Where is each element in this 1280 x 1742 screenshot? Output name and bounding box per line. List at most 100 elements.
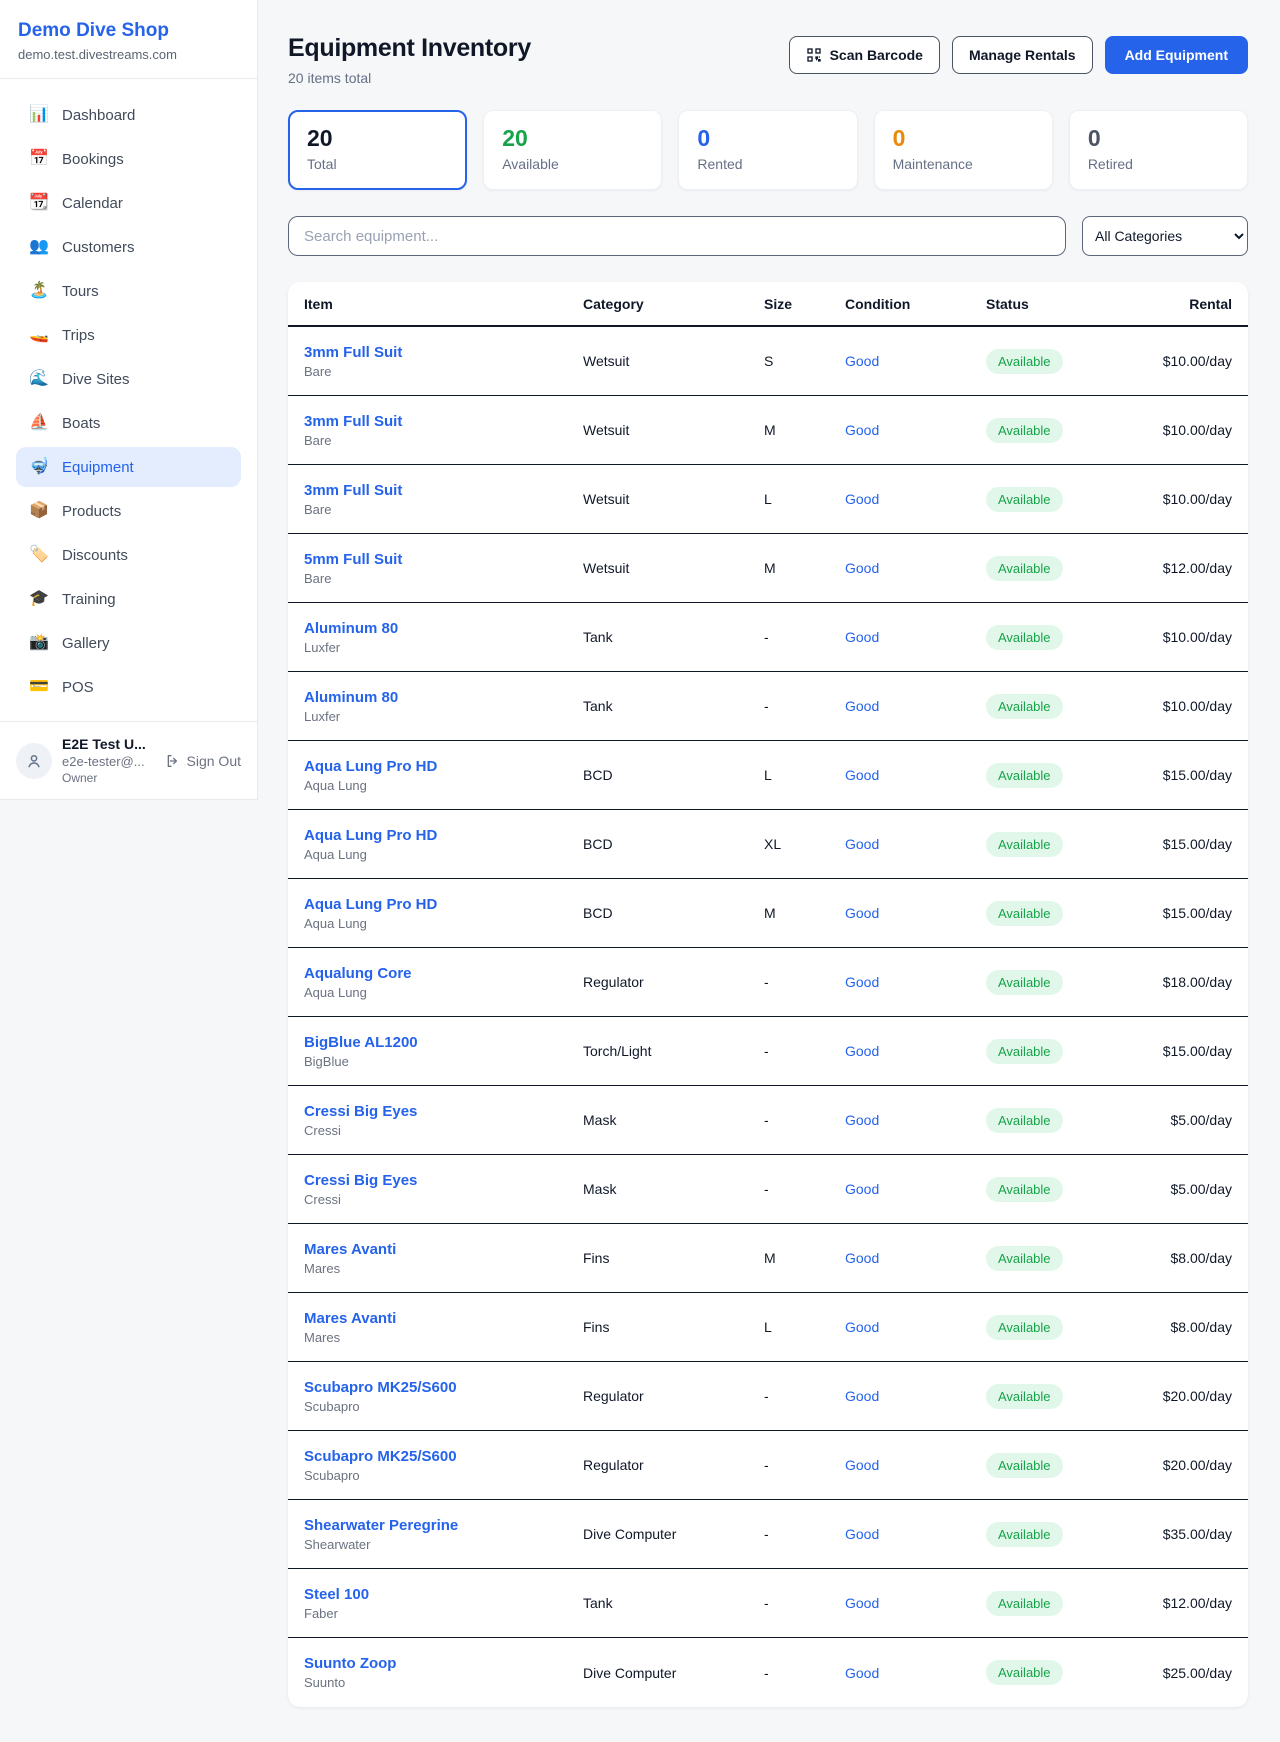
sidebar: Demo Dive Shop demo.test.divestreams.com… xyxy=(0,0,258,800)
customers-icon: 👥 xyxy=(29,239,49,255)
condition-link[interactable]: Good xyxy=(845,836,879,852)
item-link[interactable]: Mares Avanti xyxy=(304,1310,583,1327)
item-link[interactable]: 3mm Full Suit xyxy=(304,482,583,499)
item-cell: Mares AvantiMares xyxy=(304,1310,583,1345)
item-cell: Scubapro MK25/S600Scubapro xyxy=(304,1379,583,1414)
condition-link[interactable]: Good xyxy=(845,1526,879,1542)
item-brand: Cressi xyxy=(304,1192,583,1207)
stat-value: 20 xyxy=(307,126,448,151)
avatar xyxy=(16,743,52,779)
condition-link[interactable]: Good xyxy=(845,1319,879,1335)
item-link[interactable]: Shearwater Peregrine xyxy=(304,1517,583,1534)
status-badge: Available xyxy=(986,556,1063,581)
condition-link[interactable]: Good xyxy=(845,1250,879,1266)
item-category: Wetsuit xyxy=(583,353,764,369)
item-link[interactable]: Scubapro MK25/S600 xyxy=(304,1448,583,1465)
item-size: - xyxy=(764,1388,845,1404)
table-row: Aluminum 80LuxferTank-GoodAvailable$10.0… xyxy=(288,672,1248,741)
item-link[interactable]: Aluminum 80 xyxy=(304,689,583,706)
sidebar-item-calendar[interactable]: 📆Calendar xyxy=(16,183,241,223)
brand-name[interactable]: Demo Dive Shop xyxy=(18,20,239,42)
sign-out-button[interactable]: Sign Out xyxy=(165,753,241,769)
item-cell: Cressi Big Eyes Cressi xyxy=(304,1172,583,1207)
condition-link[interactable]: Good xyxy=(845,422,879,438)
sidebar-item-tours[interactable]: 🏝️Tours xyxy=(16,271,241,311)
item-brand: Cressi xyxy=(304,1123,583,1138)
condition-link[interactable]: Good xyxy=(845,905,879,921)
item-link[interactable]: Suunto Zoop xyxy=(304,1655,583,1672)
condition-link[interactable]: Good xyxy=(845,1457,879,1473)
user-role: Owner xyxy=(62,771,155,785)
sidebar-item-dashboard[interactable]: 📊Dashboard xyxy=(16,95,241,135)
sidebar-item-bookings[interactable]: 📅Bookings xyxy=(16,139,241,179)
sidebar-item-customers[interactable]: 👥Customers xyxy=(16,227,241,267)
item-link[interactable]: Aqualung Core xyxy=(304,965,583,982)
condition-link[interactable]: Good xyxy=(845,698,879,714)
sidebar-item-label: Products xyxy=(62,503,121,520)
item-size: - xyxy=(764,629,845,645)
item-size: - xyxy=(764,1112,845,1128)
brand-domain: demo.test.divestreams.com xyxy=(18,47,239,62)
item-category: Fins xyxy=(583,1250,764,1266)
sidebar-item-pos[interactable]: 💳POS xyxy=(16,667,241,707)
condition-link[interactable]: Good xyxy=(845,1181,879,1197)
manage-rentals-button[interactable]: Manage Rentals xyxy=(952,36,1093,74)
item-condition: Good xyxy=(845,1526,986,1542)
condition-link[interactable]: Good xyxy=(845,353,879,369)
item-link[interactable]: Aqua Lung Pro HD xyxy=(304,827,583,844)
condition-link[interactable]: Good xyxy=(845,491,879,507)
item-link[interactable]: Aqua Lung Pro HD xyxy=(304,896,583,913)
condition-link[interactable]: Good xyxy=(845,560,879,576)
scan-barcode-button[interactable]: Scan Barcode xyxy=(789,36,940,74)
category-select[interactable]: All Categories xyxy=(1082,216,1248,256)
item-link[interactable]: Aqua Lung Pro HD xyxy=(304,758,583,775)
condition-link[interactable]: Good xyxy=(845,1595,879,1611)
item-cell: 3mm Full SuitBare xyxy=(304,344,583,379)
sidebar-item-training[interactable]: 🎓Training xyxy=(16,579,241,619)
item-link[interactable]: Scubapro MK25/S600 xyxy=(304,1379,583,1396)
stat-card-total[interactable]: 20Total xyxy=(288,110,467,190)
sidebar-item-dive-sites[interactable]: 🌊Dive Sites xyxy=(16,359,241,399)
item-size: S xyxy=(764,353,845,369)
table-row: 5mm Full SuitBareWetsuitMGoodAvailable$1… xyxy=(288,534,1248,603)
status-badge: Available xyxy=(986,1039,1063,1064)
item-cell: Mares AvantiMares xyxy=(304,1241,583,1276)
sidebar-item-gallery[interactable]: 📸Gallery xyxy=(16,623,241,663)
item-link[interactable]: 3mm Full Suit xyxy=(304,344,583,361)
status-badge: Available xyxy=(986,763,1063,788)
sidebar-item-equipment[interactable]: 🤿Equipment xyxy=(16,447,241,487)
sidebar-item-label: Bookings xyxy=(62,151,124,168)
condition-link[interactable]: Good xyxy=(845,974,879,990)
item-link[interactable]: Steel 100 xyxy=(304,1586,583,1603)
sidebar-item-products[interactable]: 📦Products xyxy=(16,491,241,531)
item-condition: Good xyxy=(845,767,986,783)
item-link[interactable]: Mares Avanti xyxy=(304,1241,583,1258)
condition-link[interactable]: Good xyxy=(845,629,879,645)
stat-card-maintenance[interactable]: 0Maintenance xyxy=(874,110,1053,190)
filter-row: All Categories xyxy=(288,216,1248,256)
item-status: Available xyxy=(986,694,1156,719)
item-size: L xyxy=(764,767,845,783)
condition-link[interactable]: Good xyxy=(845,767,879,783)
stat-card-rented[interactable]: 0Rented xyxy=(678,110,857,190)
sidebar-item-trips[interactable]: 🚤Trips xyxy=(16,315,241,355)
item-link[interactable]: Cressi Big Eyes xyxy=(304,1103,583,1120)
item-rental: $20.00/day xyxy=(1156,1388,1232,1404)
sidebar-item-boats[interactable]: ⛵Boats xyxy=(16,403,241,443)
condition-link[interactable]: Good xyxy=(845,1665,879,1681)
add-equipment-button[interactable]: Add Equipment xyxy=(1105,36,1248,74)
sidebar-item-discounts[interactable]: 🏷️Discounts xyxy=(16,535,241,575)
condition-link[interactable]: Good xyxy=(845,1112,879,1128)
search-input[interactable] xyxy=(288,216,1066,256)
condition-link[interactable]: Good xyxy=(845,1043,879,1059)
stat-card-available[interactable]: 20Available xyxy=(483,110,662,190)
item-link[interactable]: BigBlue AL1200 xyxy=(304,1034,583,1051)
item-link[interactable]: Cressi Big Eyes xyxy=(304,1172,583,1189)
item-cell: Aqua Lung Pro HDAqua Lung xyxy=(304,827,583,862)
stat-card-retired[interactable]: 0Retired xyxy=(1069,110,1248,190)
item-link[interactable]: 5mm Full Suit xyxy=(304,551,583,568)
add-equipment-label: Add Equipment xyxy=(1125,47,1228,63)
item-link[interactable]: 3mm Full Suit xyxy=(304,413,583,430)
item-link[interactable]: Aluminum 80 xyxy=(304,620,583,637)
condition-link[interactable]: Good xyxy=(845,1388,879,1404)
